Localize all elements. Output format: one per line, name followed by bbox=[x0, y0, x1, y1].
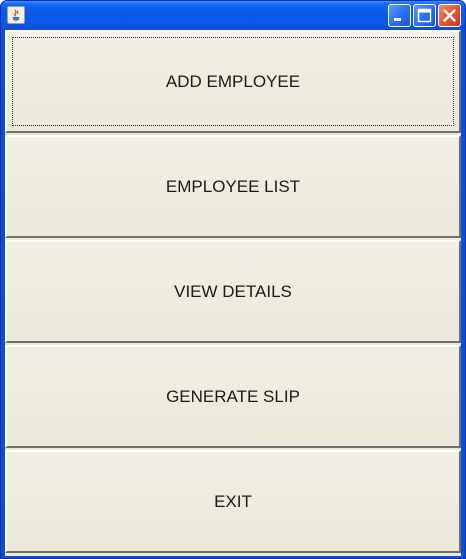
add-employee-label: ADD EMPLOYEE bbox=[165, 71, 301, 91]
title-bar[interactable] bbox=[1, 1, 465, 30]
view-details-button[interactable]: VIEW DETAILS bbox=[5, 240, 461, 343]
maximize-button[interactable] bbox=[413, 4, 436, 27]
maximize-icon bbox=[417, 8, 432, 23]
menu-panel: ADD EMPLOYEE EMPLOYEE LIST VIEW DETAILS … bbox=[5, 30, 461, 556]
minimize-icon bbox=[394, 18, 401, 21]
exit-label: EXIT bbox=[214, 491, 252, 511]
add-employee-button[interactable]: ADD EMPLOYEE bbox=[5, 30, 461, 133]
close-button[interactable] bbox=[438, 4, 461, 27]
generate-slip-label: GENERATE SLIP bbox=[166, 386, 300, 406]
employee-list-label: EMPLOYEE LIST bbox=[165, 176, 301, 196]
exit-button[interactable]: EXIT bbox=[5, 450, 461, 553]
java-cup-icon[interactable] bbox=[7, 6, 25, 24]
application-window: ADD EMPLOYEE EMPLOYEE LIST VIEW DETAILS … bbox=[0, 0, 466, 559]
employee-list-button[interactable]: EMPLOYEE LIST bbox=[5, 135, 461, 238]
view-details-label: VIEW DETAILS bbox=[174, 281, 292, 301]
generate-slip-button[interactable]: GENERATE SLIP bbox=[5, 345, 461, 448]
close-icon bbox=[443, 9, 456, 22]
minimize-button[interactable] bbox=[388, 4, 411, 27]
